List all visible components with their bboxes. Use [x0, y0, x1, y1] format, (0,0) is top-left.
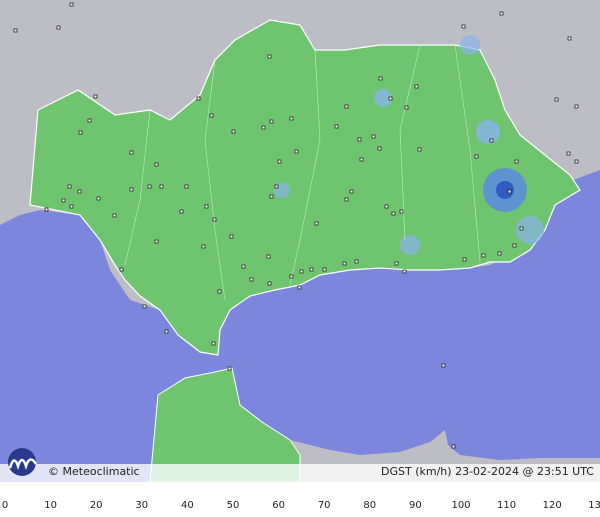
gust-hotspot [476, 120, 500, 144]
legend-tick-label: 30 [135, 500, 149, 511]
legend-tick-label: 50 [226, 500, 240, 511]
legend-tick-label: 130 [588, 500, 600, 511]
legend-tick-label: 0 [1, 500, 9, 511]
legend-tick-label: 120 [542, 500, 562, 511]
legend-tick-label: 110 [497, 500, 517, 511]
variable-info: DGST (km/h) 23-02-2024 @ 23:51 UTC [381, 465, 594, 478]
gust-hotspot [274, 182, 290, 198]
legend-tick-label: 90 [409, 500, 422, 511]
credit-text: © Meteoclimatic [48, 465, 140, 478]
legend-tick-label: 10 [44, 500, 57, 511]
legend-tick-label: 100 [451, 500, 471, 511]
meteoclimatic-logo-icon [8, 448, 38, 476]
map [0, 0, 600, 498]
legend-tick-label: 40 [181, 500, 194, 511]
gust-hotspot [460, 35, 480, 55]
legend-tick-label: 70 [317, 500, 331, 511]
legend-tick-label: 20 [89, 500, 103, 511]
legend-tick-label: 80 [363, 500, 377, 511]
legend-tick-label: 60 [272, 500, 285, 511]
gust-hotspot [400, 235, 420, 255]
